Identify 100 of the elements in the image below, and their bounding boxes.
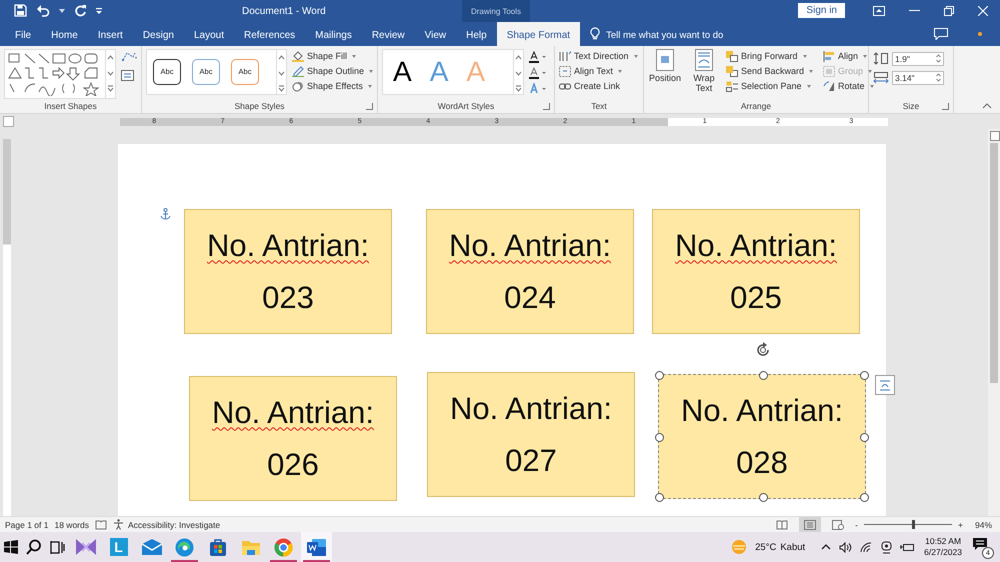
queue-card[interactable]: No. Antrian: 024 (426, 209, 634, 334)
customize-icon[interactable] (96, 8, 102, 14)
ribbon-tab[interactable]: File (5, 22, 42, 46)
swirl-globe-icon (175, 538, 194, 556)
layout-options-icon[interactable] (875, 375, 895, 395)
ribbon-tab[interactable]: References (234, 22, 306, 46)
view-button[interactable] (799, 517, 822, 532)
undo-icon[interactable] (36, 4, 50, 18)
ribbon-command[interactable]: Shape Outline (292, 66, 373, 77)
ribbon-command[interactable]: Align (823, 50, 874, 62)
height-field[interactable]: 1.9" (892, 52, 944, 66)
queue-card[interactable]: No. Antrian: 025 (652, 209, 860, 334)
zoom-in-button[interactable]: + (958, 520, 963, 530)
spinner-icon[interactable] (936, 54, 941, 64)
resize-handle[interactable] (759, 371, 768, 380)
ribbon-large-button[interactable]: Position (648, 48, 682, 83)
zoom-level[interactable]: 94% (974, 520, 992, 530)
edit-shape-icon[interactable] (121, 50, 139, 62)
temperature[interactable]: 25°C (755, 542, 776, 552)
sign-in-button[interactable]: Sign in (798, 3, 845, 18)
camera-icon[interactable] (881, 540, 892, 554)
zoom-out-button[interactable]: - (855, 520, 858, 530)
text-outline-icon[interactable] (529, 66, 547, 79)
read-mode-icon (776, 520, 788, 530)
dialog-launcher-icon[interactable] (942, 103, 949, 110)
ribbon-command[interactable]: Text Direction (559, 50, 639, 62)
weather-condition[interactable]: Kabut (780, 542, 806, 552)
ribbon-tab[interactable]: View (414, 22, 456, 46)
accessibility-status[interactable]: Accessibility: Investigate (128, 520, 220, 530)
width-field[interactable]: 3.14" (892, 70, 944, 85)
ribbon-command[interactable]: Send Backward (726, 66, 814, 77)
ribbon-command[interactable]: Shape Fill (292, 50, 373, 62)
clock-time[interactable]: 10:52 AM (925, 536, 962, 547)
ribbon-tab[interactable]: Home (41, 22, 88, 46)
resize-handle[interactable] (655, 493, 664, 502)
task-view-icon[interactable] (50, 540, 65, 554)
accessibility-icon[interactable] (112, 519, 124, 530)
ribbon-tab[interactable]: Insert (88, 22, 133, 46)
folder-icon (242, 539, 260, 555)
rotate-handle-icon[interactable] (755, 342, 771, 358)
battery-icon[interactable] (900, 542, 914, 552)
resize-handle[interactable] (860, 371, 869, 380)
redo-icon[interactable] (74, 4, 87, 18)
gallery-scroll-icon[interactable] (513, 50, 523, 94)
gallery-scroll-icon[interactable] (276, 50, 286, 94)
text-box-icon[interactable] (121, 70, 134, 81)
speaker-icon[interactable] (839, 542, 852, 552)
bring-forward-icon (726, 50, 738, 62)
page-count[interactable]: Page 1 of 1 (5, 520, 48, 530)
dialog-launcher-icon[interactable] (543, 103, 550, 110)
ribbon-command[interactable]: Create Link (559, 80, 639, 92)
proofing-icon[interactable] (94, 520, 107, 530)
ribbon-command[interactable]: Shape Effects (292, 80, 373, 92)
pencil-icon (292, 66, 304, 77)
group-label: WordArt Styles (438, 101, 494, 112)
caret-icon[interactable] (59, 8, 65, 13)
chevron-up-icon[interactable] (821, 544, 832, 550)
card-number: 026 (267, 448, 319, 482)
ribbon-command[interactable]: Rotate (823, 80, 874, 92)
resize-handle[interactable] (860, 433, 869, 442)
word-count[interactable]: 18 words (54, 520, 89, 530)
ribbon-tab[interactable]: Mailings (305, 22, 362, 46)
restore-icon[interactable] (944, 6, 954, 16)
resize-handle[interactable] (860, 493, 869, 502)
dialog-launcher-icon[interactable] (366, 103, 373, 110)
ribbon-tab[interactable]: Review (362, 22, 415, 46)
card-number: 028 (736, 446, 788, 480)
ribbon-command[interactable]: Selection Pane (726, 80, 814, 92)
spinner-icon[interactable] (936, 73, 941, 82)
ribbon-command[interactable]: Align Text (559, 66, 639, 77)
tell-me-search[interactable]: Tell me what you want to do (606, 30, 724, 46)
resize-handle[interactable] (655, 433, 664, 442)
comments-icon[interactable] (934, 28, 948, 40)
collapse-ribbon-icon[interactable] (982, 103, 992, 110)
close-icon[interactable] (978, 6, 988, 16)
app-letter-icon: L (110, 538, 128, 556)
resize-handle[interactable] (759, 493, 768, 502)
search-icon[interactable] (26, 539, 42, 555)
minimize-icon[interactable] (909, 9, 920, 12)
clock-date[interactable]: 6/27/2023 (924, 547, 962, 558)
ribbon-large-button[interactable]: Wrap Text (687, 48, 721, 93)
vertical-scrollbar[interactable] (988, 129, 1000, 516)
windows-start-icon[interactable] (4, 540, 18, 554)
save-icon[interactable] (14, 4, 27, 18)
queue-card[interactable]: No. Antrian: 026 (189, 376, 397, 501)
ribbon-tab[interactable]: Shape Format (496, 22, 580, 46)
text-fill-icon[interactable] (529, 50, 547, 63)
queue-card[interactable]: No. Antrian: 027 (427, 372, 635, 497)
taskbar-app[interactable] (301, 532, 332, 562)
notification-icon[interactable] (972, 537, 988, 553)
resize-handle[interactable] (655, 371, 664, 380)
ribbon-command[interactable]: Bring Forward (726, 50, 814, 62)
ribbon-tab[interactable]: Help (456, 22, 497, 46)
wifi-icon[interactable] (860, 542, 874, 552)
queue-card[interactable]: No. Antrian: 023 (184, 209, 392, 334)
zoom-thumb[interactable] (912, 520, 916, 529)
ribbon-tab[interactable]: Design (132, 22, 184, 46)
ribbon-tab[interactable]: Layout (184, 22, 234, 46)
ribbon-display-icon[interactable] (873, 6, 885, 16)
shopping-bag-icon (208, 538, 226, 556)
